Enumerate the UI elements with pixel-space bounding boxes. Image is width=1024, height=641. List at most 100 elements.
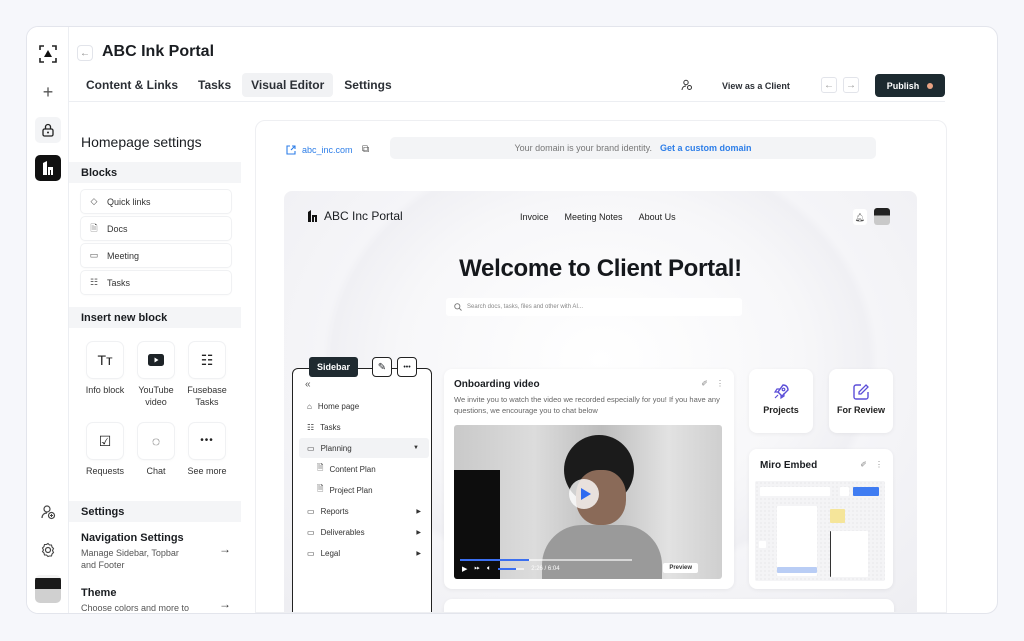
fusebase-logo-icon[interactable] <box>35 155 61 181</box>
tab-visual-editor[interactable]: Visual Editor <box>242 73 334 97</box>
main-area: ← ABC Ink Portal Content & Links Tasks V… <box>69 27 997 613</box>
nav-invoice[interactable]: Invoice <box>520 212 549 222</box>
avatar[interactable] <box>874 208 890 225</box>
sidebar-item-project-plan[interactable]: 🗎 Project Plan <box>317 480 441 500</box>
navigation-settings-item[interactable]: Navigation Settings Manage Sidebar, Topb… <box>81 532 231 571</box>
view-as-client-button[interactable]: View as a Client <box>722 81 790 91</box>
view-as-client-icon[interactable] <box>681 79 693 94</box>
kebab-menu-icon[interactable]: ⋮ <box>875 460 883 469</box>
pin-icon[interactable]: ✐ <box>860 460 867 469</box>
setting-description: Choose colors and more to <box>81 603 190 613</box>
block-docs[interactable]: 🗎 Docs <box>81 217 231 240</box>
nav-about-us[interactable]: About Us <box>639 212 676 222</box>
preview-button[interactable]: Preview <box>663 563 698 573</box>
gear-icon[interactable] <box>35 537 61 563</box>
custom-domain-link[interactable]: Get a custom domain <box>660 143 752 153</box>
insert-label: Requests <box>85 466 125 476</box>
theme-settings-item[interactable]: Theme Choose colors and more to → <box>81 587 231 613</box>
pin-icon[interactable]: ✐ <box>701 379 708 388</box>
folder-icon: ▭ <box>307 527 315 537</box>
insert-see-more[interactable]: ••• See more <box>181 423 233 477</box>
arrow-left-icon: ← <box>80 47 90 59</box>
redo-button[interactable]: → <box>843 77 859 93</box>
insert-youtube-video[interactable]: YouTube video <box>130 342 182 408</box>
edit-sidebar-button[interactable]: ✎ <box>372 357 392 377</box>
caret-right-icon: ▶ <box>416 550 421 557</box>
insert-info-block[interactable]: Tт Info block <box>79 342 131 396</box>
block-tasks[interactable]: ☷ Tasks <box>81 271 231 294</box>
insert-label: Fusebase Tasks <box>187 385 227 407</box>
sidebar-item-legal[interactable]: ▭ Legal ▶ <box>307 543 431 563</box>
volume-icon[interactable]: 🔈︎ <box>487 565 491 573</box>
tab-settings[interactable]: Settings <box>335 73 400 97</box>
setting-title: Navigation Settings <box>81 532 184 544</box>
miro-toolbar <box>760 487 830 496</box>
sidebar-item-deliverables[interactable]: ▭ Deliverables ▶ <box>307 522 431 542</box>
tab-tasks[interactable]: Tasks <box>189 73 240 97</box>
nav-meeting-notes[interactable]: Meeting Notes <box>565 212 623 222</box>
insert-label: Info block <box>85 385 125 395</box>
for-review-tile[interactable]: For Review <box>829 369 893 433</box>
chat-icon: ◌ <box>138 423 174 459</box>
portal-search-input[interactable]: Search docs, tasks, files and other with… <box>446 298 742 316</box>
sidebar-item-home-page[interactable]: ⌂ Home page <box>307 396 431 416</box>
miro-embed-card[interactable]: Miro Embed ✐ ⋮ <box>749 449 893 589</box>
projects-tile[interactable]: Projects <box>749 369 813 433</box>
undo-button[interactable]: ← <box>821 77 837 93</box>
copy-icon[interactable]: ⧉ <box>362 144 369 155</box>
tasks-icon: ☷ <box>189 342 225 378</box>
sidebar-tag[interactable]: Sidebar <box>309 357 359 377</box>
onboarding-video-card[interactable]: Onboarding video ✐ ⋮ We invite you to wat… <box>444 369 734 589</box>
page-title: ABC Ink Portal <box>102 43 215 60</box>
play-button[interactable] <box>569 479 599 509</box>
text-icon: Tт <box>87 342 123 378</box>
sidebar-more-button[interactable]: ••• <box>397 357 417 377</box>
lock-icon[interactable] <box>35 117 61 143</box>
sidebar-item-content-plan[interactable]: 🗎 Content Plan <box>317 459 441 479</box>
miro-board-embed[interactable] <box>755 481 885 581</box>
card-title: Onboarding video <box>454 379 540 390</box>
portal-preview: ABC Inc Portal Invoice Meeting Notes Abo… <box>284 191 917 612</box>
sidebar-item-reports[interactable]: ▭ Reports ▶ <box>307 501 431 521</box>
collapse-icon[interactable]: « <box>305 379 311 390</box>
panel-title: Homepage settings <box>81 134 202 150</box>
sidebar-item-label: Home page <box>317 401 360 411</box>
fast-forward-icon[interactable]: ⏩︎ <box>474 565 480 573</box>
domain-link[interactable]: abc_inc.com <box>286 145 353 155</box>
back-button[interactable]: ← <box>77 45 93 61</box>
play-icon <box>580 488 591 500</box>
insert-fusebase-tasks[interactable]: ☷ Fusebase Tasks <box>181 342 233 408</box>
insert-chat[interactable]: ◌ Chat <box>130 423 182 477</box>
sidebar-item-planning[interactable]: ▭ Planning ▼ <box>299 438 429 458</box>
domain-banner: Your domain is your brand identity. Get … <box>390 137 876 159</box>
tile-label: For Review <box>836 405 885 415</box>
publish-button[interactable]: Publish <box>875 74 945 97</box>
tab-content-links[interactable]: Content & Links <box>77 73 187 97</box>
block-meeting[interactable]: ▭ Meeting <box>81 244 231 267</box>
plus-icon[interactable]: + <box>35 79 61 105</box>
avatar[interactable] <box>35 575 61 603</box>
bell-icon[interactable]: 🔔︎ <box>853 209 867 225</box>
focus-logo-icon[interactable] <box>35 41 61 67</box>
miro-toolbar <box>840 487 849 496</box>
search-placeholder: Search docs, tasks, files and other with… <box>467 304 584 310</box>
portal-logo[interactable]: ABC Inc Portal <box>308 209 403 223</box>
user-add-icon[interactable] <box>35 499 61 525</box>
play-icon[interactable]: ▶ <box>462 565 467 573</box>
block-label: Tasks <box>107 277 131 288</box>
video-progress-bar[interactable] <box>460 559 632 561</box>
card-tools: ✐ ⋮ <box>701 379 724 388</box>
portal-sidebar[interactable]: « ⌂ Home page ☷ Tasks ▭ Planning ▼ 🗎 Content … <box>292 368 432 612</box>
kebab-menu-icon[interactable]: ⋮ <box>716 379 724 388</box>
video-player[interactable]: ▶ ⏩︎ 🔈︎ 2:26 / 6:04 Preview <box>454 425 722 579</box>
sidebar-item-tasks[interactable]: ☷ Tasks <box>307 417 431 437</box>
more-icon: ••• <box>403 363 411 371</box>
miro-panel <box>777 506 817 576</box>
insert-requests[interactable]: ☑ Requests <box>79 423 131 477</box>
home-icon: ⌂ <box>307 401 312 411</box>
blocks-section-header: Blocks <box>69 162 241 183</box>
volume-slider[interactable] <box>498 568 525 570</box>
block-label: Docs <box>107 223 128 234</box>
block-quick-links[interactable]: ◇ Quick links <box>81 190 231 213</box>
video-frame-decoration <box>454 470 500 579</box>
